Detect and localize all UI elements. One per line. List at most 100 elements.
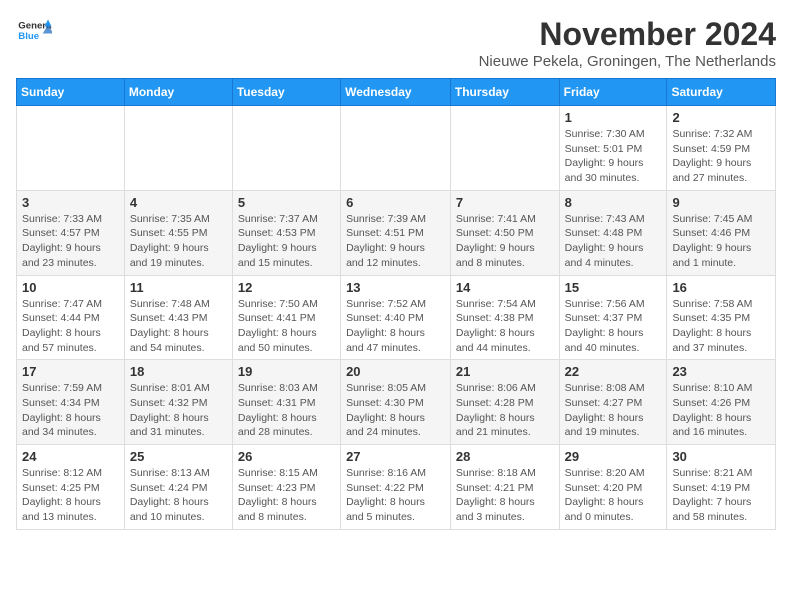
weekday-header-friday: Friday xyxy=(559,79,667,106)
day-detail: Sunrise: 8:15 AMSunset: 4:23 PMDaylight:… xyxy=(238,466,335,525)
day-detail: Sunrise: 7:59 AMSunset: 4:34 PMDaylight:… xyxy=(22,381,119,440)
day-detail: Sunrise: 7:43 AMSunset: 4:48 PMDaylight:… xyxy=(565,212,662,271)
weekday-header-sunday: Sunday xyxy=(17,79,125,106)
day-detail: Sunrise: 8:18 AMSunset: 4:21 PMDaylight:… xyxy=(456,466,554,525)
calendar-cell: 14 Sunrise: 7:54 AMSunset: 4:38 PMDayligh… xyxy=(450,275,559,360)
weekday-header-wednesday: Wednesday xyxy=(341,79,451,106)
week-row-4: 17Sunrise: 7:59 AMSunset: 4:34 PMDayligh… xyxy=(17,360,776,445)
day-number: 6 xyxy=(346,195,445,210)
day-number: 30 xyxy=(672,449,770,464)
day-detail: Sunrise: 8:20 AMSunset: 4:20 PMDaylight:… xyxy=(565,466,662,525)
day-detail: Sunrise: 7:37 AMSunset: 4:53 PMDaylight:… xyxy=(238,212,335,271)
calendar-cell: 27 Sunrise: 8:16 AMSunset: 4:22 PMDayligh… xyxy=(341,445,451,530)
day-number: 2 xyxy=(672,110,770,125)
calendar-cell xyxy=(124,106,232,191)
calendar-cell xyxy=(341,106,451,191)
day-number: 13 xyxy=(346,280,445,295)
weekday-header-saturday: Saturday xyxy=(667,79,776,106)
weekday-header-tuesday: Tuesday xyxy=(232,79,340,106)
calendar-cell: 9Sunrise: 7:45 AMSunset: 4:46 PMDaylight… xyxy=(667,190,776,275)
day-detail: Sunrise: 7:50 AMSunset: 4:41 PMDaylight:… xyxy=(238,297,335,356)
calendar-cell: 6 Sunrise: 7:39 AMSunset: 4:51 PMDaylight… xyxy=(341,190,451,275)
calendar-cell: 2Sunrise: 7:32 AMSunset: 4:59 PMDaylight… xyxy=(667,106,776,191)
day-number: 21 xyxy=(456,364,554,379)
month-title: November 2024 xyxy=(479,16,776,53)
week-row-2: 3 Sunrise: 7:33 AMSunset: 4:57 PMDaylight… xyxy=(17,190,776,275)
weekday-header-monday: Monday xyxy=(124,79,232,106)
week-row-5: 24 Sunrise: 8:12 AMSunset: 4:25 PMDayligh… xyxy=(17,445,776,530)
day-detail: Sunrise: 7:47 AMSunset: 4:44 PMDaylight:… xyxy=(22,297,119,356)
svg-text:Blue: Blue xyxy=(18,31,39,42)
calendar-cell: 12 Sunrise: 7:50 AMSunset: 4:41 PMDayligh… xyxy=(232,275,340,360)
day-number: 25 xyxy=(130,449,227,464)
calendar-cell: 19Sunrise: 8:03 AMSunset: 4:31 PMDayligh… xyxy=(232,360,340,445)
day-number: 3 xyxy=(22,195,119,210)
calendar-cell: 4Sunrise: 7:35 AMSunset: 4:55 PMDaylight… xyxy=(124,190,232,275)
day-number: 18 xyxy=(130,364,227,379)
day-detail: Sunrise: 7:54 AMSunset: 4:38 PMDaylight:… xyxy=(456,297,554,356)
day-number: 23 xyxy=(672,364,770,379)
weekday-header-row: SundayMondayTuesdayWednesdayThursdayFrid… xyxy=(17,79,776,106)
day-detail: Sunrise: 7:41 AMSunset: 4:50 PMDaylight:… xyxy=(456,212,554,271)
day-detail: Sunrise: 7:39 AMSunset: 4:51 PMDaylight:… xyxy=(346,212,445,271)
day-number: 29 xyxy=(565,449,662,464)
day-detail: Sunrise: 8:12 AMSunset: 4:25 PMDaylight:… xyxy=(22,466,119,525)
calendar-cell: 7 Sunrise: 7:41 AMSunset: 4:50 PMDaylight… xyxy=(450,190,559,275)
page-header: General Blue November 2024 Nieuwe Pekela… xyxy=(16,16,776,70)
calendar-cell: 29 Sunrise: 8:20 AMSunset: 4:20 PMDayligh… xyxy=(559,445,667,530)
week-row-1: 1 Sunrise: 7:30 AMSunset: 5:01 PMDaylight… xyxy=(17,106,776,191)
calendar-cell: 24 Sunrise: 8:12 AMSunset: 4:25 PMDayligh… xyxy=(17,445,125,530)
calendar-cell: 21Sunrise: 8:06 AMSunset: 4:28 PMDayligh… xyxy=(450,360,559,445)
day-detail: Sunrise: 8:13 AMSunset: 4:24 PMDaylight:… xyxy=(130,466,227,525)
calendar-cell xyxy=(232,106,340,191)
calendar-cell: 16Sunrise: 7:58 AMSunset: 4:35 PMDayligh… xyxy=(667,275,776,360)
calendar-table: SundayMondayTuesdayWednesdayThursdayFrid… xyxy=(16,78,776,530)
day-number: 12 xyxy=(238,280,335,295)
day-number: 9 xyxy=(672,195,770,210)
calendar-cell: 18 Sunrise: 8:01 AMSunset: 4:32 PMDayligh… xyxy=(124,360,232,445)
day-number: 1 xyxy=(565,110,662,125)
calendar-cell: 30 Sunrise: 8:21 AMSunset: 4:19 PMDayligh… xyxy=(667,445,776,530)
calendar-cell: 17Sunrise: 7:59 AMSunset: 4:34 PMDayligh… xyxy=(17,360,125,445)
day-number: 27 xyxy=(346,449,445,464)
day-detail: Sunrise: 8:01 AMSunset: 4:32 PMDaylight:… xyxy=(130,381,227,440)
location-title: Nieuwe Pekela, Groningen, The Netherland… xyxy=(479,53,776,70)
day-number: 8 xyxy=(565,195,662,210)
day-number: 4 xyxy=(130,195,227,210)
day-number: 19 xyxy=(238,364,335,379)
week-row-3: 10Sunrise: 7:47 AMSunset: 4:44 PMDayligh… xyxy=(17,275,776,360)
day-detail: Sunrise: 7:30 AMSunset: 5:01 PMDaylight:… xyxy=(565,127,662,186)
calendar-cell: 23 Sunrise: 8:10 AMSunset: 4:26 PMDayligh… xyxy=(667,360,776,445)
day-number: 20 xyxy=(346,364,445,379)
day-detail: Sunrise: 8:16 AMSunset: 4:22 PMDaylight:… xyxy=(346,466,445,525)
calendar-cell: 15 Sunrise: 7:56 AMSunset: 4:37 PMDayligh… xyxy=(559,275,667,360)
day-detail: Sunrise: 7:48 AMSunset: 4:43 PMDaylight:… xyxy=(130,297,227,356)
day-detail: Sunrise: 7:58 AMSunset: 4:35 PMDaylight:… xyxy=(672,297,770,356)
calendar-cell: 22Sunrise: 8:08 AMSunset: 4:27 PMDayligh… xyxy=(559,360,667,445)
calendar-cell: 8 Sunrise: 7:43 AMSunset: 4:48 PMDaylight… xyxy=(559,190,667,275)
day-detail: Sunrise: 8:08 AMSunset: 4:27 PMDaylight:… xyxy=(565,381,662,440)
day-number: 26 xyxy=(238,449,335,464)
calendar-cell: 11 Sunrise: 7:48 AMSunset: 4:43 PMDayligh… xyxy=(124,275,232,360)
calendar-cell xyxy=(17,106,125,191)
calendar-cell xyxy=(450,106,559,191)
calendar-cell: 3 Sunrise: 7:33 AMSunset: 4:57 PMDaylight… xyxy=(17,190,125,275)
day-number: 14 xyxy=(456,280,554,295)
day-detail: Sunrise: 7:33 AMSunset: 4:57 PMDaylight:… xyxy=(22,212,119,271)
day-number: 15 xyxy=(565,280,662,295)
weekday-header-thursday: Thursday xyxy=(450,79,559,106)
calendar-cell: 20Sunrise: 8:05 AMSunset: 4:30 PMDayligh… xyxy=(341,360,451,445)
calendar-cell: 5Sunrise: 7:37 AMSunset: 4:53 PMDaylight… xyxy=(232,190,340,275)
day-detail: Sunrise: 7:56 AMSunset: 4:37 PMDaylight:… xyxy=(565,297,662,356)
day-number: 11 xyxy=(130,280,227,295)
calendar-cell: 13 Sunrise: 7:52 AMSunset: 4:40 PMDayligh… xyxy=(341,275,451,360)
day-detail: Sunrise: 7:52 AMSunset: 4:40 PMDaylight:… xyxy=(346,297,445,356)
calendar-cell: 1 Sunrise: 7:30 AMSunset: 5:01 PMDaylight… xyxy=(559,106,667,191)
day-number: 24 xyxy=(22,449,119,464)
logo: General Blue xyxy=(16,16,52,44)
calendar-cell: 10Sunrise: 7:47 AMSunset: 4:44 PMDayligh… xyxy=(17,275,125,360)
day-number: 28 xyxy=(456,449,554,464)
day-detail: Sunrise: 8:10 AMSunset: 4:26 PMDaylight:… xyxy=(672,381,770,440)
day-number: 7 xyxy=(456,195,554,210)
day-detail: Sunrise: 8:21 AMSunset: 4:19 PMDaylight:… xyxy=(672,466,770,525)
